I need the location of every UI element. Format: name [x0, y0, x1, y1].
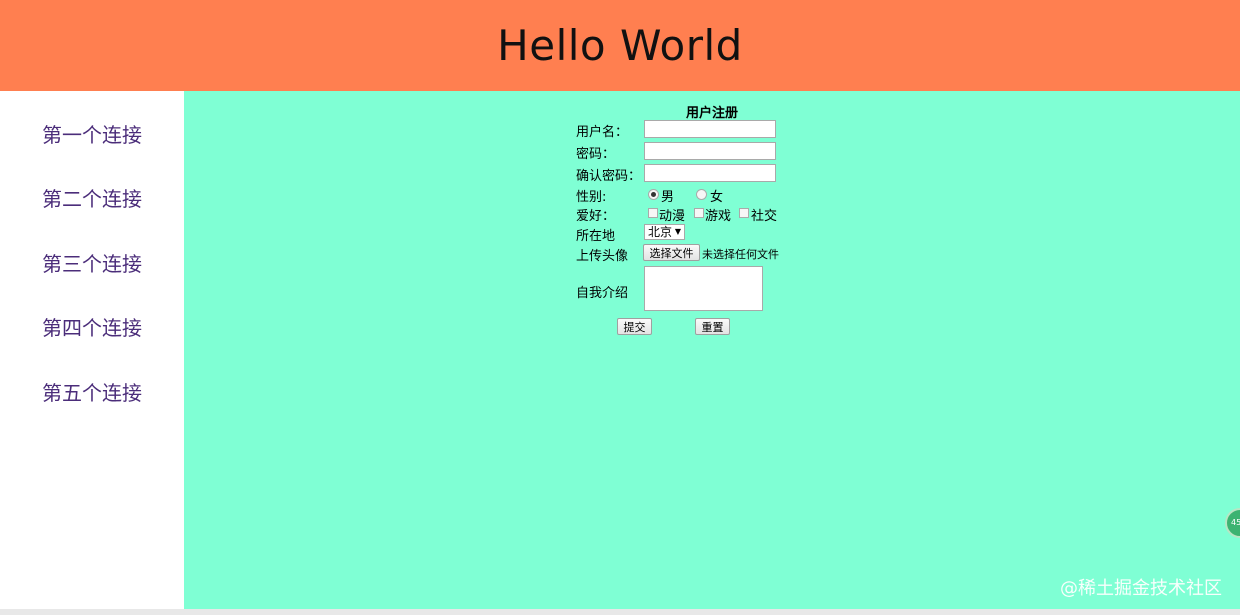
main-content: 用户注册 用户名： 密码： 确认密码： 性别: 男 女 爱好： 动漫 游戏 社交…: [184, 91, 1240, 615]
confirm-password-input[interactable]: [644, 164, 776, 182]
username-label: 用户名：: [576, 125, 629, 140]
file-status-text: 未选择任何文件: [702, 248, 779, 261]
page-header: Hello World: [0, 0, 1240, 91]
sidebar-link-2[interactable]: 第二个连接: [0, 183, 184, 212]
form-title: 用户注册: [685, 106, 738, 121]
sidebar-link-4[interactable]: 第四个连接: [0, 312, 184, 341]
sidebar-link-1[interactable]: 第一个连接: [0, 119, 184, 148]
gender-male-radio[interactable]: [648, 189, 659, 200]
username-input[interactable]: [644, 120, 776, 138]
location-select[interactable]: 北京 ▼: [644, 224, 685, 240]
password-input[interactable]: [644, 142, 776, 160]
choose-file-button[interactable]: 选择文件: [643, 244, 700, 261]
hobby-anime-checkbox[interactable]: [648, 208, 658, 218]
watermark-text: @稀土掘金技术社区: [1060, 578, 1222, 599]
location-select-value: 北京: [648, 225, 673, 239]
chevron-down-icon: ▼: [674, 227, 681, 236]
gender-label: 性别:: [576, 190, 607, 205]
avatar-label: 上传头像: [576, 249, 629, 264]
hobby-games-checkbox[interactable]: [694, 208, 704, 218]
gender-female-radio[interactable]: [696, 189, 707, 200]
page-title: Hello World: [497, 21, 743, 70]
hobby-label: 爱好：: [576, 209, 616, 224]
sidebar-link-3[interactable]: 第三个连接: [0, 248, 184, 277]
location-label: 所在地: [576, 229, 616, 244]
hobby-anime-label: 动漫: [659, 209, 686, 224]
sidebar-link-5[interactable]: 第五个连接: [0, 377, 184, 406]
hobby-social-checkbox[interactable]: [739, 208, 749, 218]
gender-female-label: 女: [710, 190, 724, 205]
gender-male-label: 男: [661, 190, 675, 205]
reset-button[interactable]: 重置: [695, 318, 730, 335]
password-label: 密码：: [576, 147, 616, 162]
confirm-password-label: 确认密码：: [576, 169, 642, 184]
submit-button[interactable]: 提交: [617, 318, 652, 335]
intro-label: 自我介绍: [576, 286, 629, 301]
hobby-social-label: 社交: [751, 209, 778, 224]
sidebar-nav: 第一个连接 第二个连接 第三个连接 第四个连接 第五个连接: [0, 91, 184, 615]
intro-textarea[interactable]: [644, 266, 763, 311]
bottom-scrollbar[interactable]: [0, 609, 1240, 615]
hobby-games-label: 游戏: [705, 209, 732, 224]
